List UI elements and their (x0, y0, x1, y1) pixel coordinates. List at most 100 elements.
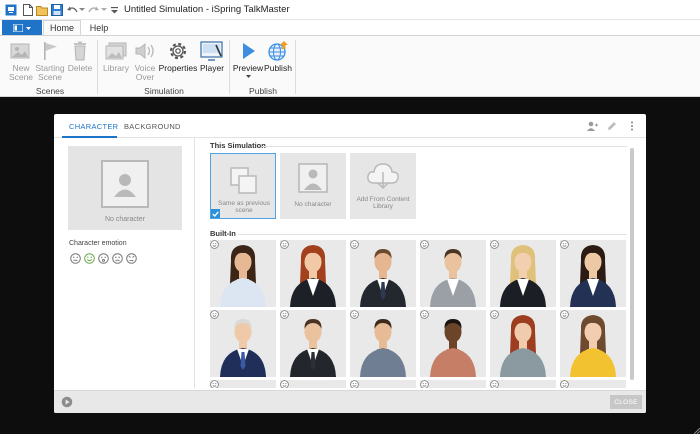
emotion-neutral-icon[interactable] (69, 252, 81, 264)
delete-button[interactable]: Delete (67, 40, 93, 73)
emotion-support-icon (280, 310, 289, 319)
tab-help[interactable]: Help (84, 20, 114, 36)
character-thumbnail[interactable] (350, 380, 416, 388)
open-folder-icon[interactable] (35, 2, 49, 18)
character-thumbnail[interactable] (490, 310, 556, 377)
character-thumbnail[interactable] (350, 310, 416, 377)
undo-icon[interactable] (66, 2, 78, 18)
flag-icon (38, 40, 62, 62)
character-thumbnail[interactable] (280, 380, 346, 388)
character-thumbnail[interactable] (210, 380, 276, 388)
emotion-support-icon (280, 240, 289, 249)
vertical-scrollbar[interactable] (630, 148, 634, 380)
character-thumbnail[interactable] (560, 380, 626, 388)
resize-grip-icon[interactable] (694, 428, 700, 434)
tab-background[interactable]: BACKGROUND (124, 122, 181, 131)
emotion-happy-icon[interactable] (83, 252, 95, 264)
checkbox-checked-icon (211, 209, 220, 218)
emotion-support-icon (210, 380, 219, 388)
redo-dropdown-icon[interactable] (101, 2, 107, 18)
character-portrait (430, 319, 476, 377)
emotion-selector (69, 252, 137, 264)
chevron-down-icon (245, 75, 251, 78)
group-separator (97, 40, 98, 94)
emotion-surprised-icon[interactable] (97, 252, 109, 264)
tile-label: Same as previous scene (217, 200, 271, 214)
character-portrait (360, 319, 406, 377)
section-divider (262, 146, 627, 147)
person-placeholder-icon (101, 160, 149, 208)
character-preview-pane: No character Character emotion (54, 138, 195, 388)
close-button[interactable]: CLOSE (610, 395, 642, 409)
player-button[interactable]: Player (199, 40, 225, 73)
ribbon-tab-row: Home Help (0, 20, 700, 36)
save-icon[interactable] (50, 2, 64, 18)
tab-character[interactable]: CHARACTER (69, 122, 118, 131)
chevron-down-icon (26, 26, 31, 30)
emotion-support-icon (420, 310, 429, 319)
new-scene-button[interactable]: New Scene (7, 40, 35, 82)
app-logo-icon (4, 2, 18, 18)
tile-label: No character (294, 201, 332, 208)
add-person-icon[interactable] (586, 120, 598, 132)
library-icon (104, 40, 128, 62)
tile-no-character[interactable]: No character (280, 153, 346, 219)
character-portrait (220, 319, 266, 377)
character-thumbnail[interactable] (350, 240, 416, 307)
person-placeholder-icon (298, 163, 328, 193)
tile-add-from-content-library[interactable]: Add From Content Library (350, 153, 416, 219)
character-thumbnail[interactable] (490, 240, 556, 307)
section-built-in: Built-In (210, 229, 236, 238)
preview-button[interactable]: Preview (233, 40, 263, 78)
undo-dropdown-icon[interactable] (79, 2, 85, 18)
group-label-publish: Publish (249, 86, 277, 96)
group-separator (295, 40, 296, 94)
tile-same-as-previous[interactable]: Same as previous scene (210, 153, 276, 219)
character-portrait (290, 245, 336, 307)
publish-button[interactable]: Publish (263, 40, 293, 73)
file-menu-icon (13, 24, 23, 32)
edit-pencil-icon[interactable] (606, 120, 618, 132)
new-scene-label: New Scene (8, 63, 34, 82)
play-preview-icon[interactable] (61, 396, 73, 408)
character-portrait (290, 319, 336, 377)
properties-button[interactable]: Properties (159, 40, 197, 73)
emotion-support-icon (350, 310, 359, 319)
character-portrait (570, 245, 616, 307)
character-thumbnail[interactable] (280, 240, 346, 307)
character-thumbnail[interactable] (420, 240, 486, 307)
file-menu-button[interactable] (2, 20, 42, 36)
starting-scene-button[interactable]: Starting Scene (35, 40, 65, 82)
section-divider (238, 234, 627, 235)
character-portrait (210, 380, 276, 388)
character-dialog: CHARACTER BACKGROUND No character Charac… (54, 114, 646, 413)
character-thumbnail[interactable] (210, 240, 276, 307)
character-portrait (350, 380, 416, 388)
starting-scene-label: Starting Scene (35, 63, 65, 82)
redo-icon[interactable] (88, 2, 100, 18)
character-thumbnail[interactable] (490, 380, 556, 388)
voice-over-button[interactable]: Voice Over (132, 40, 158, 82)
character-thumbnail[interactable] (560, 240, 626, 307)
ribbon: New Scene Starting Scene Delete Scenes L… (0, 35, 700, 97)
character-preview: No character (68, 146, 182, 230)
title-bar: Untitled Simulation - iSpring TalkMaster (0, 0, 700, 20)
character-portrait (420, 380, 486, 388)
new-file-icon[interactable] (21, 2, 35, 18)
delete-label: Delete (67, 63, 93, 73)
character-thumbnail[interactable] (560, 310, 626, 377)
library-button[interactable]: Library (102, 40, 130, 73)
customize-toolbar-icon[interactable] (110, 2, 118, 18)
character-thumbnail[interactable] (210, 310, 276, 377)
library-label: Library (103, 63, 129, 73)
emotion-support-icon (560, 380, 569, 388)
character-thumbnail[interactable] (420, 310, 486, 377)
tab-home[interactable]: Home (43, 20, 81, 36)
speaker-icon (133, 40, 157, 62)
emotion-angry-icon[interactable] (125, 252, 137, 264)
group-separator (229, 40, 230, 94)
emotion-sad-icon[interactable] (111, 252, 123, 264)
more-options-icon[interactable] (626, 120, 638, 132)
character-thumbnail[interactable] (280, 310, 346, 377)
character-thumbnail[interactable] (420, 380, 486, 388)
